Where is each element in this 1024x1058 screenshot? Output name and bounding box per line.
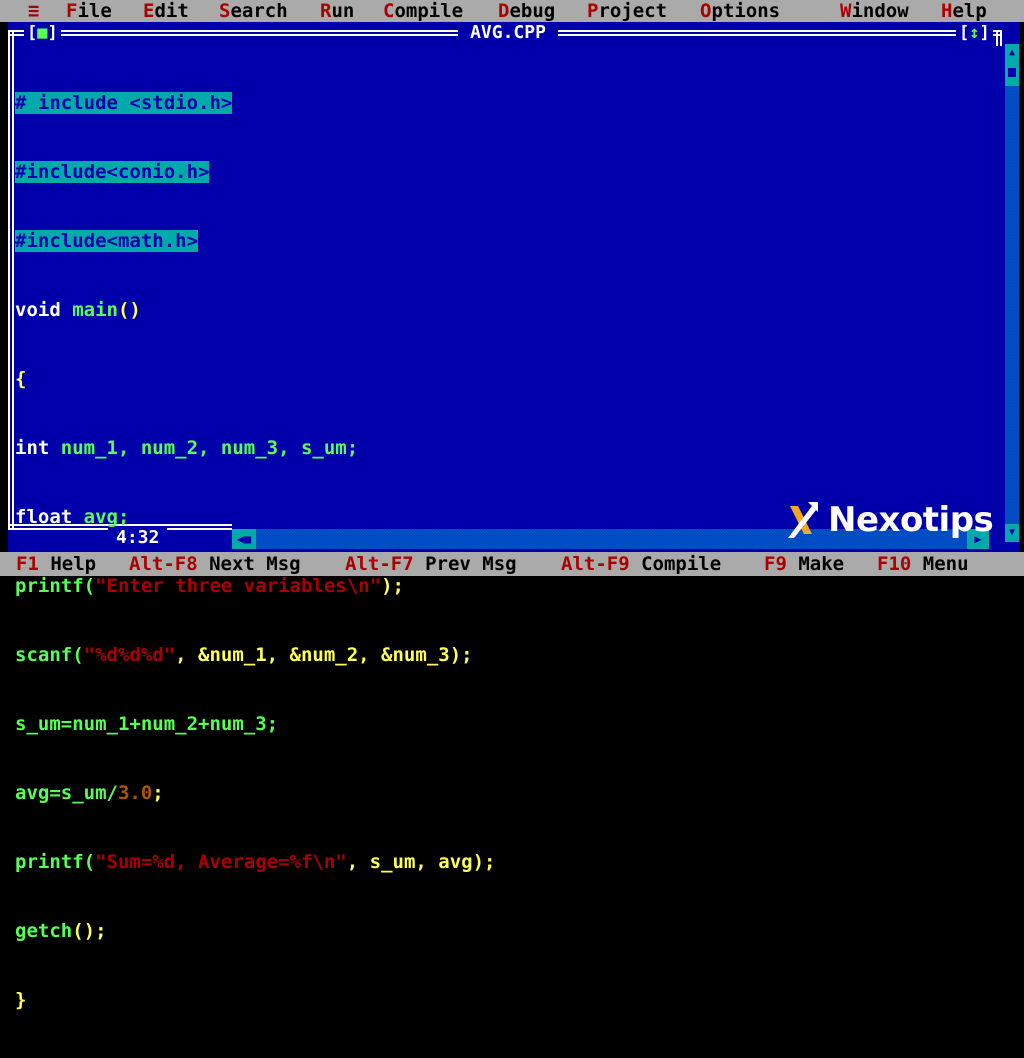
- code-line: }: [15, 989, 27, 1011]
- code-line: scanf("%d%d%d", &num_1, &num_2, &num_3);: [15, 644, 473, 666]
- menu-run[interactable]: Run: [320, 0, 354, 22]
- code-line: # include <stdio.h>: [15, 92, 233, 114]
- status-item-make[interactable]: F9 Make: [764, 552, 844, 576]
- code-line: #include<math.h>: [15, 230, 199, 252]
- menu-debug[interactable]: Debug: [498, 0, 555, 22]
- editor-window: [■] AVG.CPP [↕] # include <stdio.h> #inc…: [8, 22, 1020, 1011]
- code-line: avg=s_um/3.0;: [15, 782, 164, 804]
- status-item-next-msg[interactable]: Alt-F8 Next Msg: [129, 552, 301, 576]
- code-line: {: [15, 368, 27, 390]
- nexotips-logo-icon: [788, 502, 818, 538]
- menu-search[interactable]: Search: [219, 0, 288, 22]
- code-line: printf("Sum=%d, Average=%f\n", s_um, avg…: [15, 851, 496, 873]
- status-item-help[interactable]: F1 Help: [16, 552, 96, 576]
- code-line: getch();: [15, 920, 107, 942]
- zoom-window-button[interactable]: [↕]: [956, 23, 993, 43]
- scroll-left-arrow-icon[interactable]: ◀■: [232, 529, 256, 549]
- menu-project[interactable]: Project: [587, 0, 667, 22]
- code-line: printf("Enter three variables\n");: [15, 575, 404, 597]
- menu-file[interactable]: File: [66, 0, 112, 22]
- menu-options[interactable]: Options: [700, 0, 780, 22]
- frame-right-border: [996, 30, 1002, 46]
- vertical-scrollbar[interactable]: ▲ ▼: [1005, 44, 1019, 542]
- watermark-logo: Nexotips: [786, 496, 994, 544]
- menu-window[interactable]: Window: [840, 0, 909, 22]
- frame-left-border: [8, 30, 14, 530]
- cursor-position: 4:32: [108, 527, 168, 549]
- watermark-text: Nexotips: [828, 500, 994, 540]
- window-title: AVG.CPP: [458, 23, 558, 43]
- menu-edit[interactable]: Edit: [143, 0, 189, 22]
- system-menu-icon[interactable]: ≡: [28, 0, 39, 22]
- menu-bar: ≡ File Edit Search Run Compile Debug Pro…: [0, 0, 1024, 22]
- code-line: int num_1, num_2, num_3, s_um;: [15, 437, 359, 459]
- menu-compile[interactable]: Compile: [383, 0, 463, 22]
- status-item-prev-msg[interactable]: Alt-F7 Prev Msg: [345, 552, 517, 576]
- status-item-compile[interactable]: Alt-F9 Compile: [561, 552, 721, 576]
- vertical-scroll-thumb[interactable]: [1005, 62, 1019, 86]
- menu-help[interactable]: Help: [941, 0, 987, 22]
- scroll-down-arrow-icon[interactable]: ▼: [1005, 524, 1019, 542]
- code-line: void main(): [15, 299, 141, 321]
- scroll-up-arrow-icon[interactable]: ▲: [1005, 44, 1019, 62]
- code-line: s_um=num_1+num_2+num_3;: [15, 713, 279, 735]
- status-bar: F1 Help Alt-F8 Next Msg Alt-F7 Prev Msg …: [0, 552, 1024, 576]
- code-line: float avg;: [15, 506, 130, 528]
- status-item-menu[interactable]: F10 Menu: [877, 552, 969, 576]
- code-line: #include<conio.h>: [15, 161, 210, 183]
- close-window-button[interactable]: [■]: [24, 23, 61, 43]
